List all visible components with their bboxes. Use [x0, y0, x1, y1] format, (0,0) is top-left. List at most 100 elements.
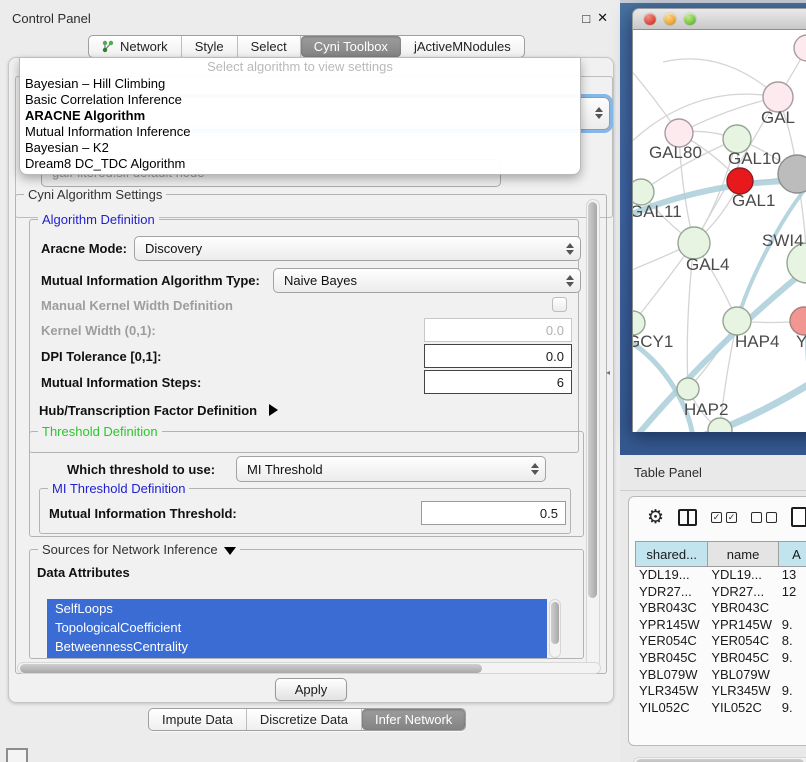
table-cell: YIL052C [707, 700, 777, 717]
aracne-mode-label: Aracne Mode: [41, 241, 127, 256]
attribute-item[interactable]: SelfLoops [47, 599, 547, 618]
hub-definition-expander[interactable]: Hub/Transcription Factor Definition [39, 403, 278, 418]
mi-type-label: Mutual Information Algorithm Type: [41, 273, 260, 288]
table-row[interactable]: YIL052CYIL052C9. [635, 700, 806, 717]
data-attributes-label: Data Attributes [37, 565, 130, 580]
mi-type-combobox[interactable]: Naive Bayes [273, 268, 581, 293]
manual-kernel-checkbox[interactable] [552, 297, 567, 312]
tab-jactivemnodules[interactable]: jActiveMNodules [401, 36, 524, 57]
table-cell: YBR043C [707, 600, 777, 617]
column-header[interactable]: shared... [635, 541, 707, 567]
table-horizontal-scrollbar[interactable] [633, 757, 806, 762]
tab-select[interactable]: Select [238, 36, 301, 57]
network-node[interactable] [794, 35, 806, 61]
close-window-icon[interactable] [644, 13, 656, 25]
apply-button[interactable]: Apply [275, 678, 347, 701]
algorithm-option[interactable]: Mutual Information Inference [20, 124, 580, 140]
export-table-icon[interactable] [791, 507, 806, 527]
network-node[interactable] [778, 155, 806, 193]
table-cell: YER054C [635, 633, 707, 650]
zoom-window-icon[interactable] [684, 13, 696, 25]
algorithm-dropdown-popup: Select algorithm to view settings Bayesi… [19, 58, 581, 175]
table-cell [778, 667, 806, 684]
bottom-tab-discretize-data[interactable]: Discretize Data [247, 709, 362, 730]
tab-label: jActiveMNodules [414, 39, 511, 54]
aracne-mode-value: Discovery [145, 241, 202, 256]
settings-horizontal-scrollbar[interactable] [17, 662, 601, 674]
network-node-y[interactable] [790, 307, 806, 335]
network-node-hap4[interactable] [723, 307, 751, 335]
table-row[interactable]: YBL079WYBL079W [635, 667, 806, 684]
table-cell: YBR045C [707, 650, 777, 667]
attribute-item[interactable]: gal4RGexp [47, 656, 547, 658]
mi-threshold-label: Mutual Information Threshold: [49, 506, 237, 521]
algorithm-option[interactable]: Bayesian – Hill Climbing [20, 76, 580, 92]
node-label: HAP2 [684, 400, 728, 419]
table-row[interactable]: YER054CYER054C8. [635, 633, 806, 650]
kernel-width-field[interactable]: 0.0 [424, 318, 572, 342]
bottom-tab-impute-data[interactable]: Impute Data [149, 709, 247, 730]
table-row[interactable]: YDL19...YDL19...13 [635, 567, 806, 584]
network-canvas[interactable]: GALGAL80GAL10GAL1GAL11SWI4GAL4GCY1HAP4YH… [632, 30, 806, 432]
deselect-all-icon[interactable] [751, 512, 777, 523]
table-cell: YBR045C [635, 650, 707, 667]
mi-steps-field[interactable]: 6 [424, 370, 572, 394]
algorithm-definition-title: Algorithm Definition [38, 212, 159, 227]
algorithm-dropdown-placeholder: Select algorithm to view settings [20, 58, 580, 76]
table-cell: 12 [778, 584, 806, 601]
algorithm-option[interactable]: ARACNE Algorithm [20, 108, 580, 124]
which-threshold-combobox[interactable]: MI Threshold [236, 456, 546, 482]
algorithm-option[interactable]: Dream8 DC_TDC Algorithm [20, 156, 580, 172]
algorithm-option[interactable]: Basic Correlation Inference [20, 92, 580, 108]
tab-label: Select [251, 39, 287, 54]
node-label: GCY1 [633, 332, 673, 351]
attribute-item[interactable]: TopologicalCoefficient [47, 618, 547, 637]
algorithm-option[interactable]: Bayesian – K2 [20, 140, 580, 156]
cyni-bottom-tab-bar: Impute Data Discretize Data Infer Network [148, 708, 466, 731]
gear-icon[interactable]: ⚙ [647, 508, 664, 527]
tab-network[interactable]: Network [89, 36, 182, 57]
close-panel-icon[interactable]: ✕ [597, 10, 608, 26]
table-cell: YDL19... [635, 567, 707, 584]
network-window-titlebar[interactable] [632, 8, 806, 30]
minimize-window-icon[interactable] [664, 13, 676, 25]
table-row[interactable]: YPR145WYPR145W9. [635, 617, 806, 634]
dpi-tolerance-field[interactable]: 0.0 [424, 344, 572, 368]
column-header[interactable]: name [707, 541, 777, 567]
table-toolbar: ⚙ ✓✓ [629, 497, 806, 537]
attributes-scrollbar[interactable] [549, 599, 561, 658]
mi-threshold-group-title: MI Threshold Definition [48, 481, 189, 496]
float-panel-icon[interactable]: □ [582, 11, 590, 26]
table-row[interactable]: YLR345WYLR345W9. [635, 683, 806, 700]
tab-label: Network [120, 39, 168, 54]
network-node-hap2[interactable] [677, 378, 699, 400]
node-label: SWI4 [762, 231, 804, 250]
tab-cyni-toolbox[interactable]: Cyni Toolbox [301, 36, 401, 57]
table-row[interactable]: YDR27...YDR27...12 [635, 584, 806, 601]
table-cell: YDL19... [707, 567, 777, 584]
node-label: GAL [761, 108, 795, 127]
node-label: GAL80 [649, 143, 702, 162]
minimized-panel-icon[interactable] [6, 748, 28, 762]
which-threshold-value: MI Threshold [247, 462, 323, 477]
splitter-collapse-icon[interactable]: ◂ [606, 368, 610, 377]
bottom-tab-label: Discretize Data [260, 712, 348, 727]
tab-style[interactable]: Style [182, 36, 238, 57]
mi-threshold-field[interactable]: 0.5 [421, 501, 566, 525]
settings-vertical-scrollbar[interactable] [586, 199, 600, 669]
column-selector-icon[interactable] [678, 509, 697, 526]
network-node[interactable] [708, 418, 732, 432]
cyni-settings-group-title: Cyni Algorithm Settings [24, 187, 166, 202]
table-row[interactable]: YBR043CYBR043C [635, 600, 806, 617]
table-cell: YLR345W [635, 683, 707, 700]
select-all-icon[interactable]: ✓✓ [711, 512, 737, 523]
sources-title-text: Sources for Network Inference [42, 542, 218, 557]
threshold-definition-title: Threshold Definition [38, 424, 162, 439]
expander-arrow-icon [269, 404, 278, 416]
aracne-mode-combobox[interactable]: Discovery [134, 236, 581, 261]
attribute-item[interactable]: BetweennessCentrality [47, 637, 547, 656]
sources-group-title[interactable]: Sources for Network Inference [38, 542, 240, 557]
bottom-tab-infer-network[interactable]: Infer Network [362, 709, 465, 730]
column-header[interactable]: A [778, 541, 806, 567]
table-row[interactable]: YBR045CYBR045C9. [635, 650, 806, 667]
